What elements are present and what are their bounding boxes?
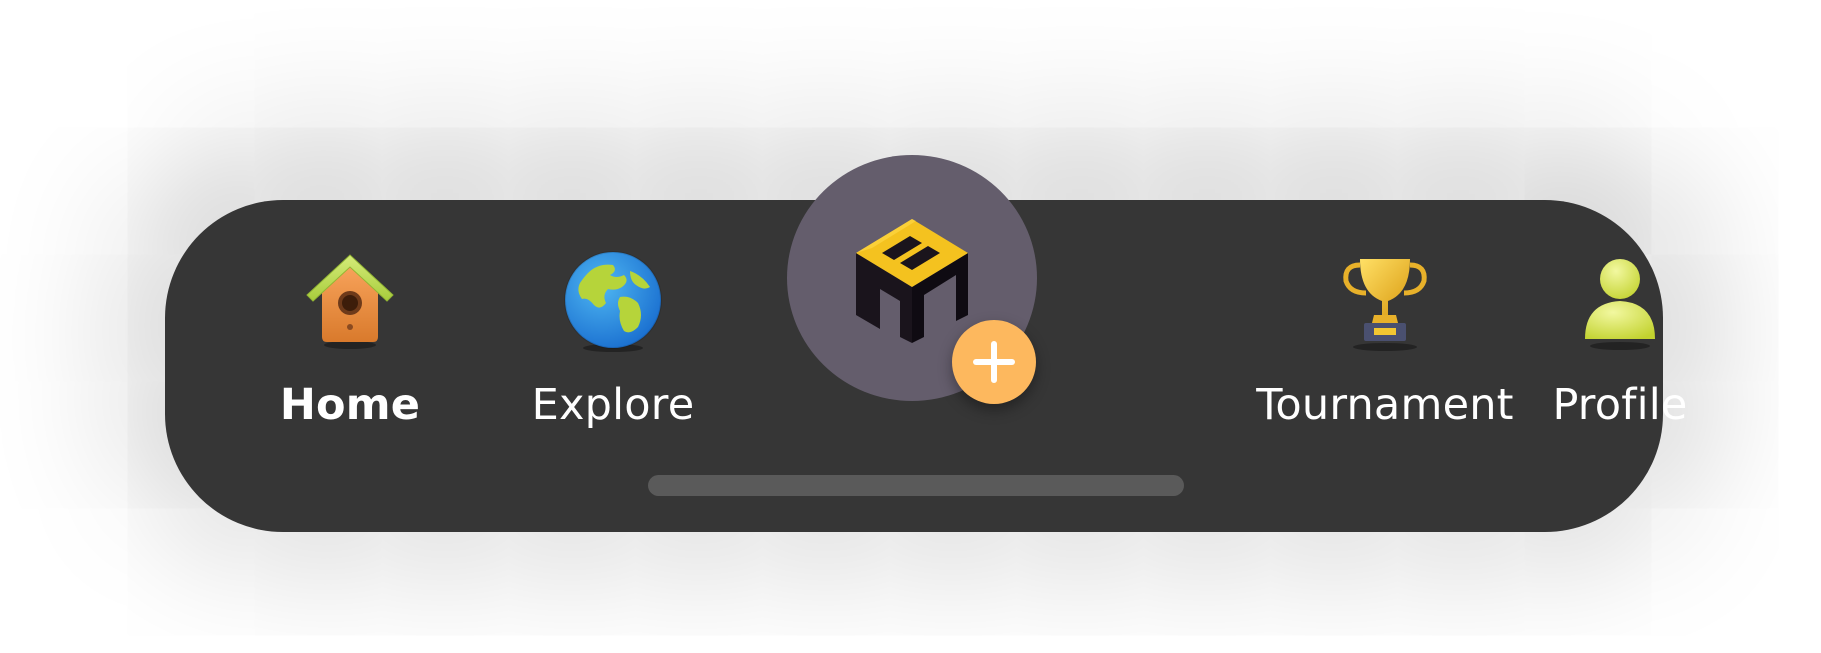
trophy-icon [1343,259,1427,351]
nav-label-profile: Profile [1552,380,1688,430]
nav-label-home: Home [279,380,421,430]
home-indicator[interactable] [648,475,1184,496]
nav-item-explore[interactable]: Explore [473,245,753,445]
person-icon [1585,259,1655,350]
nav-item-profile[interactable]: Profile [1480,245,1760,445]
nav-label-explore: Explore [531,380,695,430]
birdhouse-icon [306,254,394,349]
nav-item-home[interactable]: Home [210,245,490,445]
globe-icon [564,251,662,352]
app-screen: Home Explore Tournament Profile [0,0,1821,653]
plus-icon [973,341,1015,383]
add-button[interactable] [952,320,1036,404]
